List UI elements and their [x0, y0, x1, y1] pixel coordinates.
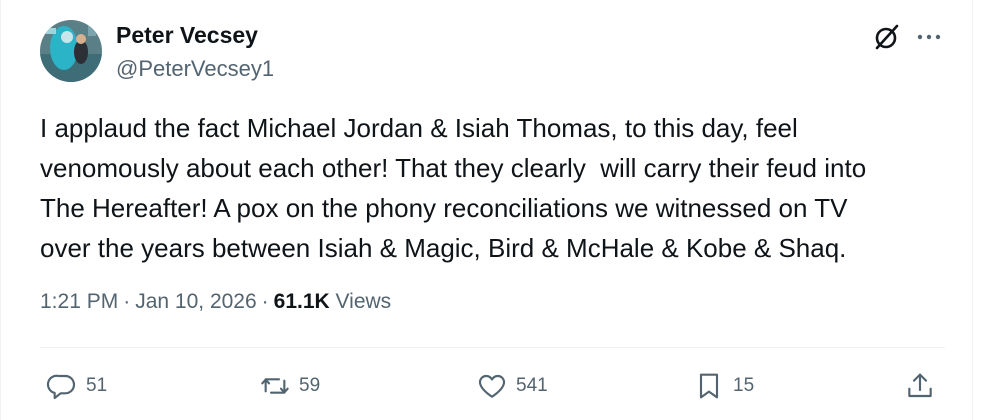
views-label: Views [335, 290, 392, 313]
reply-icon [46, 370, 78, 402]
tweet-text: I applaud the fact Michael Jordan & Isia… [40, 108, 945, 268]
author-name[interactable]: Peter Vecsey [116, 22, 258, 49]
author-avatar[interactable] [40, 20, 102, 82]
like-button[interactable]: 541 [476, 369, 548, 403]
retweet-icon [259, 370, 291, 402]
more-options-icon[interactable] [914, 22, 944, 52]
share-button[interactable] [904, 369, 936, 403]
share-icon [904, 370, 936, 402]
tweet-text-line: I applaud the fact Michael Jordan & Isia… [40, 113, 798, 143]
tweet-text-line: venomously about each other! That they c… [40, 153, 867, 183]
bookmark-count: 15 [733, 375, 755, 396]
heart-icon [476, 370, 508, 402]
tweet-text-line: The Hereafter! A pox on the phony reconc… [40, 193, 848, 223]
column-border-right [972, 0, 973, 420]
tweet-date[interactable]: Jan 10, 2026 [135, 290, 256, 313]
column-border-left [0, 0, 1, 420]
author-handle[interactable]: @PeterVecsey1 [116, 56, 274, 82]
meta-separator: · [261, 290, 269, 313]
reply-button[interactable]: 51 [46, 369, 107, 403]
retweet-button[interactable]: 59 [259, 369, 320, 403]
like-count: 541 [516, 375, 548, 396]
tweet-text-line: over the years between Isiah & Magic, Bi… [40, 233, 847, 263]
retweet-count: 59 [299, 375, 321, 396]
action-bar-divider [40, 347, 945, 348]
grok-icon[interactable] [872, 22, 902, 52]
avatar-photo [40, 20, 102, 82]
tweet-metadata: 1:21 PM · Jan 10, 2026 · 61.1K Views [40, 290, 391, 314]
meta-separator: · [123, 290, 131, 313]
bookmark-icon [693, 370, 725, 402]
reply-count: 51 [86, 375, 108, 396]
tweet-time[interactable]: 1:21 PM [40, 290, 118, 313]
bookmark-button[interactable]: 15 [693, 369, 754, 403]
views-count: 61.1K [273, 290, 330, 313]
